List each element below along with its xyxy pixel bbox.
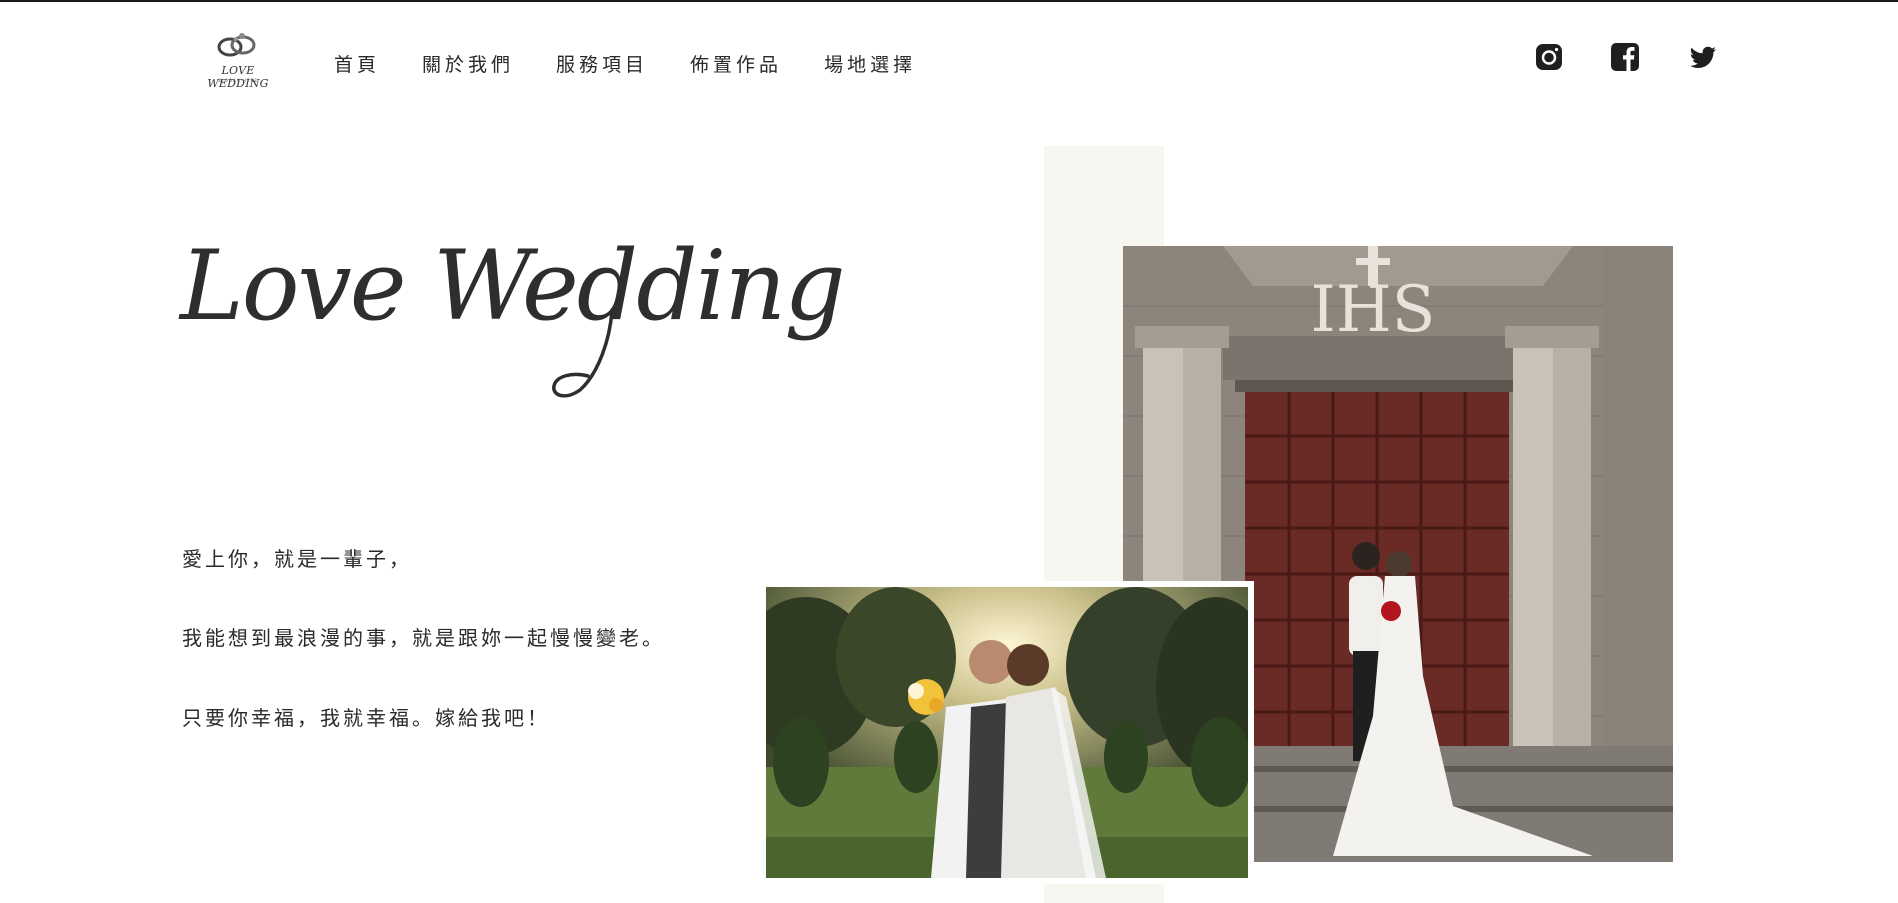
tagline-line-3: 只要你幸福，我就幸福。嫁給我吧！ xyxy=(182,706,550,730)
nav-venues[interactable]: 場地選擇 xyxy=(824,50,916,77)
rings-icon xyxy=(217,33,256,57)
instagram-icon[interactable] xyxy=(1534,42,1564,72)
top-border xyxy=(0,0,1898,2)
nav-about[interactable]: 關於我們 xyxy=(422,50,514,77)
tagline-line-1: 愛上你，就是一輩子， xyxy=(182,547,412,571)
tagline-line-2: 我能想到最浪漫的事，就是跟妳一起慢慢變老。 xyxy=(182,626,665,650)
brand-flourish xyxy=(552,308,614,398)
main-nav: 首頁 關於我們 服務項目 佈置作品 場地選擇 xyxy=(334,50,958,77)
nav-services[interactable]: 服務項目 xyxy=(556,50,648,77)
logo-slogan: SLOGAN HERE xyxy=(218,78,258,83)
garden-kiss-photo xyxy=(760,581,1254,884)
brand-script-title: Love Wedding xyxy=(180,230,846,342)
facebook-icon[interactable] xyxy=(1610,42,1640,72)
logo-title: LOVE WEDDING xyxy=(207,64,269,90)
nav-home[interactable]: 首頁 xyxy=(334,50,380,77)
twitter-icon[interactable] xyxy=(1688,42,1718,72)
nav-works[interactable]: 佈置作品 xyxy=(690,50,782,77)
site-logo[interactable]: LOVE WEDDING SLOGAN HERE xyxy=(190,30,286,90)
